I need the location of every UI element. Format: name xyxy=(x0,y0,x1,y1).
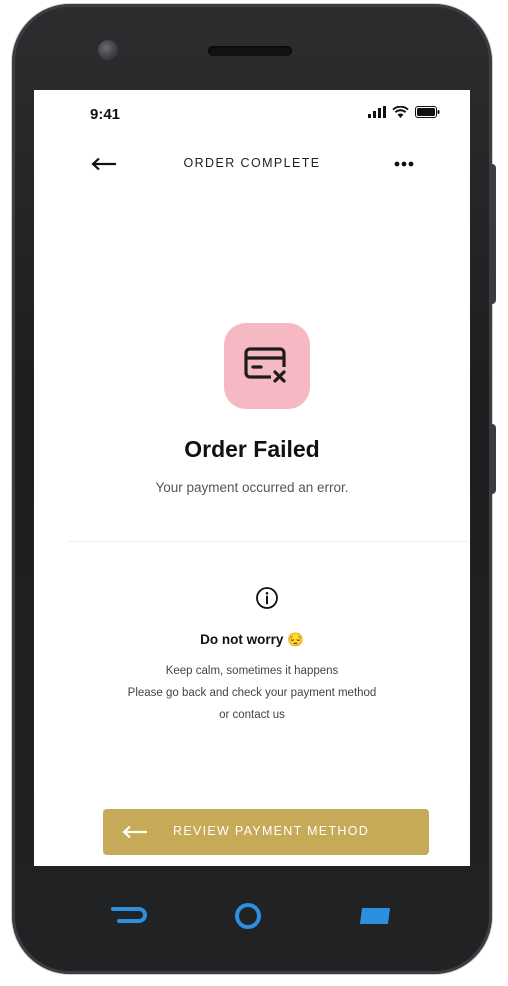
payment-failed-badge xyxy=(224,323,310,409)
more-options-button[interactable] xyxy=(390,150,418,178)
top-navigation: ORDER COMPLETE xyxy=(34,146,470,182)
status-bar: 9:41 xyxy=(34,90,470,134)
help-message: Keep calm, sometimes it happens Please g… xyxy=(34,660,470,726)
screen: 9:41 ORDER COMPLETE Order Failed Your pa… xyxy=(34,90,470,866)
arrow-left-icon xyxy=(122,825,147,839)
device-softkeys xyxy=(12,884,492,944)
battery-icon xyxy=(415,106,440,118)
help-line: or contact us xyxy=(219,709,285,721)
help-title: Do not worry 😔 xyxy=(200,632,304,647)
status-icons xyxy=(368,106,440,118)
result-title: Order Failed xyxy=(184,436,320,462)
result-subtitle: Your payment occurred an error. xyxy=(155,480,349,495)
payment-failed-icon xyxy=(244,347,289,385)
info-icon xyxy=(256,587,278,609)
earpiece-speaker xyxy=(208,46,292,56)
power-button xyxy=(489,424,496,494)
recents-softkey-icon[interactable] xyxy=(358,906,394,926)
help-line: Please go back and check your payment me… xyxy=(127,687,377,699)
volume-button xyxy=(489,164,496,304)
phone-frame: 9:41 ORDER COMPLETE Order Failed Your pa… xyxy=(12,4,496,974)
section-divider xyxy=(68,541,468,542)
cellular-signal-icon xyxy=(368,106,386,118)
wifi-icon xyxy=(392,106,409,118)
home-softkey-icon[interactable] xyxy=(232,900,264,932)
review-payment-method-label: REVIEW PAYMENT METHOD xyxy=(173,824,370,838)
review-payment-method-button[interactable]: REVIEW PAYMENT METHOD xyxy=(103,809,429,855)
back-softkey-icon[interactable] xyxy=(107,904,147,926)
more-horizontal-icon xyxy=(394,161,414,167)
help-line: Keep calm, sometimes it happens xyxy=(165,665,339,677)
status-time: 9:41 xyxy=(90,106,121,123)
front-camera xyxy=(98,40,118,60)
